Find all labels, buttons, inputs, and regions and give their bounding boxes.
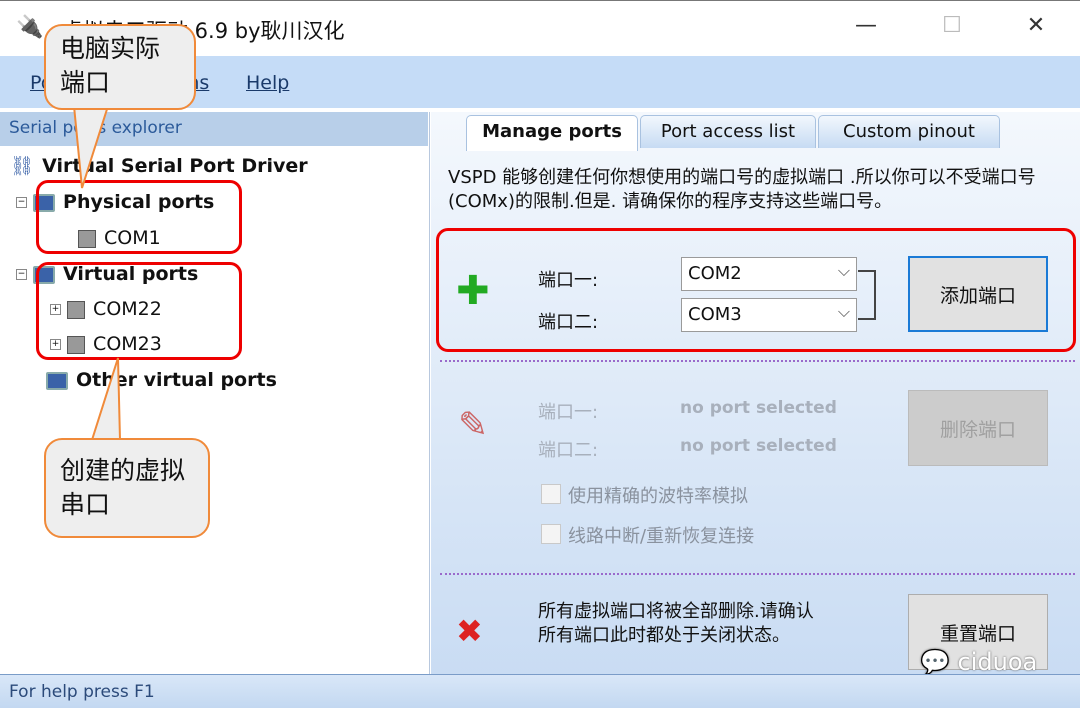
tree-root-label: Virtual Serial Port Driver <box>42 155 308 177</box>
collapse-icon[interactable]: − <box>16 269 27 280</box>
line-break-label: 线路中断/重新恢复连接 <box>568 526 755 547</box>
callout-physical: 电脑实际端口 <box>44 24 196 110</box>
wechat-icon: 💬 <box>920 648 950 676</box>
tab-port-access-list[interactable]: Port access list <box>640 115 816 148</box>
add-port-icon: ✚ <box>456 268 490 314</box>
watermark-text: ciduoa <box>957 648 1038 676</box>
exact-baud-label: 使用精确的波特率模拟 <box>568 486 748 507</box>
pair-connector <box>858 270 876 320</box>
del-port1-value: no port selected <box>680 398 837 418</box>
explorer-header: Serial ports explorer <box>0 112 428 146</box>
watermark: 💬 ciduoa <box>920 648 1037 676</box>
tree-other-ports[interactable]: Other virtual ports <box>46 369 277 391</box>
del-port2-label: 端口二: <box>538 440 599 461</box>
exact-baud-checkbox[interactable] <box>541 484 561 504</box>
app-icon: 🔌 <box>16 15 44 40</box>
chevron-down-icon: ⌵ <box>837 302 850 321</box>
menu-help[interactable]: Help <box>246 72 289 94</box>
add-port2-label: 端口二: <box>538 312 599 333</box>
del-port2-value: no port selected <box>680 436 837 456</box>
status-bar: For help press F1 <box>0 674 1080 708</box>
port2-value: COM3 <box>688 304 742 325</box>
highlight-physical <box>36 180 242 254</box>
port1-value: COM2 <box>688 263 742 284</box>
remove-port-icon: ✖ <box>456 612 483 650</box>
computer-icon <box>46 371 68 390</box>
collapse-icon[interactable]: − <box>16 197 27 208</box>
add-port-button[interactable]: 添加端口 <box>908 256 1048 332</box>
delete-port-button[interactable]: 删除端口 <box>908 390 1048 466</box>
status-text: For help press F1 <box>9 682 155 702</box>
tree-root[interactable]: ⛓ Virtual Serial Port Driver <box>10 154 308 177</box>
line-break-checkbox[interactable] <box>541 524 561 544</box>
chevron-down-icon: ⌵ <box>837 261 850 280</box>
callout-virtual: 创建的虚拟串口 <box>44 438 210 538</box>
minimize-button[interactable]: — <box>846 13 886 38</box>
port2-select[interactable]: COM3 ⌵ <box>681 298 857 332</box>
port1-select[interactable]: COM2 ⌵ <box>681 257 857 291</box>
del-port1-label: 端口一: <box>538 402 599 423</box>
add-port1-label: 端口一: <box>538 270 599 291</box>
divider <box>440 573 1075 575</box>
maximize-button[interactable]: ☐ <box>932 13 972 38</box>
tab-manage-ports[interactable]: Manage ports <box>466 115 638 151</box>
serial-port-icon: ⛓ <box>10 155 35 177</box>
reset-text: 所有虚拟端口将被全部删除.请确认所有端口此时都处于关闭状态。 <box>538 601 814 646</box>
edit-port-icon: ✎ <box>458 405 489 446</box>
close-button[interactable]: ✕ <box>1016 13 1056 38</box>
other-ports-label: Other virtual ports <box>76 369 277 391</box>
divider <box>440 360 1075 362</box>
highlight-virtual <box>36 262 242 360</box>
description-text: VSPD 能够创建任何你想使用的端口号的虚拟端口 .所以你可以不受端口号(COM… <box>448 167 1036 212</box>
tab-custom-pinout[interactable]: Custom pinout <box>818 115 1000 148</box>
